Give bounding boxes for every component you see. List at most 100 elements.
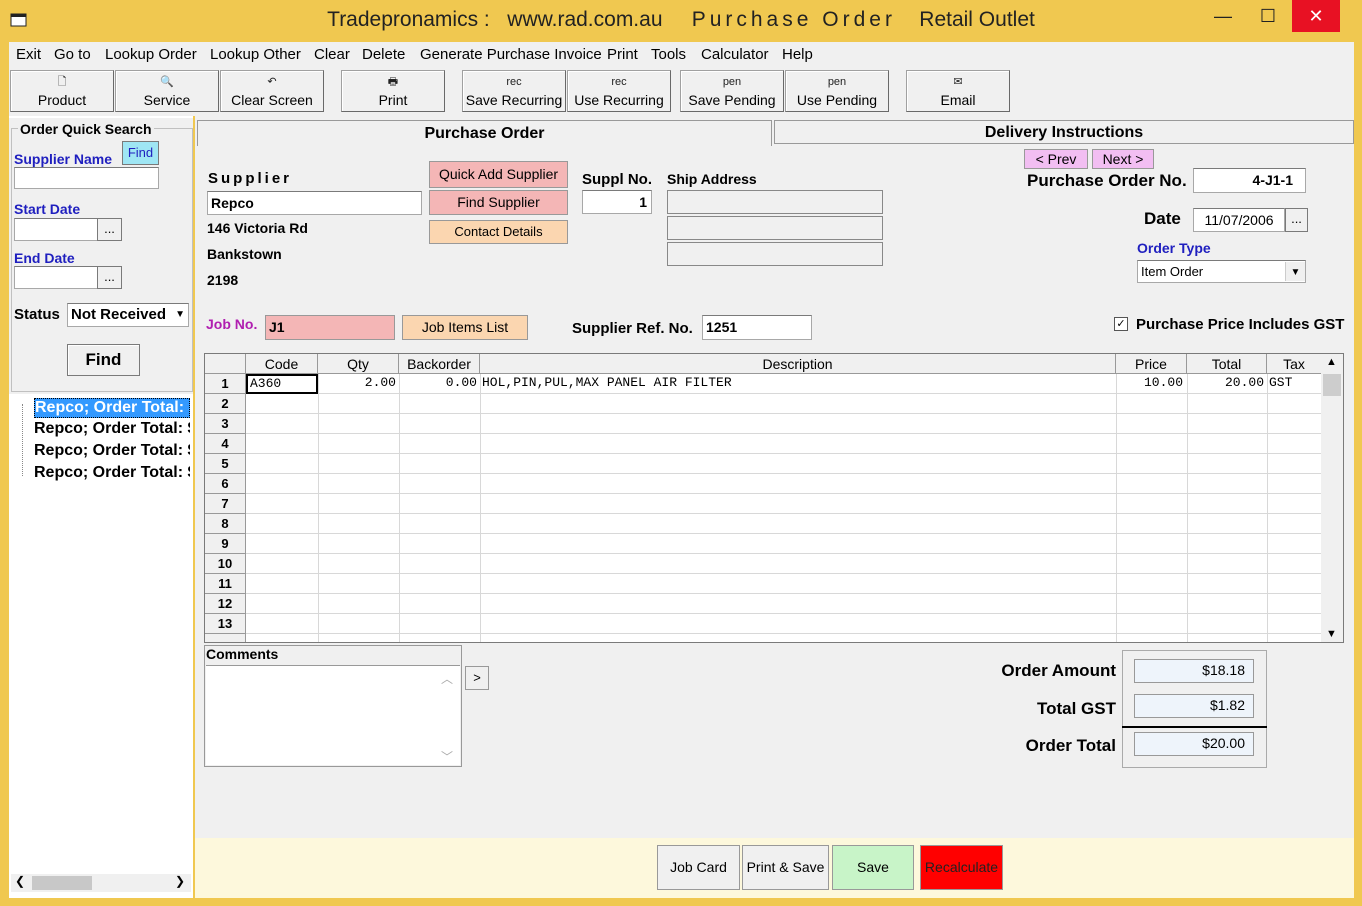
menu-lookup-order[interactable]: Lookup Order	[105, 46, 197, 63]
menu-tools[interactable]: Tools	[651, 46, 686, 63]
cell-qty[interactable]: 2.00	[318, 374, 396, 394]
gst-checkbox[interactable]: ✓	[1114, 317, 1128, 331]
job-items-list-button[interactable]: Job Items List	[402, 315, 528, 340]
menu-print[interactable]: Print	[607, 46, 638, 63]
column-header-code[interactable]: Code	[246, 354, 318, 374]
grid-vertical-scrollbar[interactable]: ▲ ▼	[1321, 354, 1343, 642]
column-header-tax[interactable]: Tax	[1267, 354, 1322, 374]
menu-delete[interactable]: Delete	[362, 46, 405, 63]
cell-tax[interactable]: GST	[1269, 374, 1319, 394]
quick-add-supplier-button[interactable]: Quick Add Supplier	[429, 161, 568, 188]
end-date-picker-button[interactable]: ...	[97, 266, 122, 289]
next-button[interactable]: Next >	[1092, 149, 1154, 169]
column-header-description[interactable]: Description	[480, 354, 1116, 374]
maximize-icon[interactable]: ☐	[1245, 0, 1291, 32]
expand-comments-button[interactable]: >	[465, 666, 489, 690]
chevron-left-icon[interactable]: ❮	[15, 874, 25, 888]
po-number-input[interactable]: 4-J1-1	[1193, 168, 1306, 193]
print-button[interactable]: 🖶 Print	[341, 70, 445, 112]
chevron-right-icon[interactable]: ❯	[175, 874, 185, 888]
ship-address-line2[interactable]	[667, 216, 883, 240]
supplier-name-field[interactable]: Repco	[207, 191, 422, 215]
chevron-down-icon[interactable]: ﹀	[441, 748, 453, 765]
menu-goto[interactable]: Go to	[54, 46, 91, 63]
row-number[interactable]: 1	[205, 374, 246, 394]
close-icon[interactable]: ✕	[1292, 0, 1340, 32]
date-input[interactable]: 11/07/2006	[1193, 208, 1285, 232]
row-number[interactable]: 8	[205, 514, 246, 534]
column-header-backorder[interactable]: Backorder	[399, 354, 480, 374]
row-number[interactable]: 13	[205, 614, 246, 634]
row-number[interactable]: 3	[205, 414, 246, 434]
find-supplier-small-button[interactable]: Find	[122, 141, 159, 165]
menu-lookup-other[interactable]: Lookup Other	[210, 46, 301, 63]
menu-generate-invoice[interactable]: Generate Purchase Invoice	[420, 46, 602, 63]
end-date-input[interactable]	[14, 266, 98, 289]
save-recurring-button[interactable]: rec Save Recurring	[462, 70, 566, 112]
scroll-thumb[interactable]	[32, 876, 92, 890]
service-button[interactable]: 🔍 Service	[115, 70, 219, 112]
row-number[interactable]: 7	[205, 494, 246, 514]
status-select[interactable]: Not Received ▼	[67, 303, 189, 327]
clear-screen-button[interactable]: ↶ Clear Screen	[220, 70, 324, 112]
contact-details-button[interactable]: Contact Details	[429, 220, 568, 244]
row-number[interactable]: 5	[205, 454, 246, 474]
minimize-icon[interactable]: —	[1200, 0, 1246, 32]
supplier-ref-input[interactable]: 1251	[702, 315, 812, 340]
suppl-no-input[interactable]: 1	[582, 190, 652, 214]
save-button[interactable]: Save	[832, 845, 914, 890]
arrow-down-icon[interactable]: ▼	[1326, 628, 1337, 640]
save-pending-button[interactable]: pen Save Pending	[680, 70, 784, 112]
menu-help[interactable]: Help	[782, 46, 813, 63]
result-item[interactable]: Repco; Order Total: $	[34, 464, 190, 482]
result-item[interactable]: Repco; Order Total: $	[34, 442, 190, 460]
find-button[interactable]: Find	[67, 344, 140, 376]
find-supplier-button[interactable]: Find Supplier	[429, 190, 568, 215]
tab-delivery-instructions[interactable]: Delivery Instructions	[774, 120, 1354, 144]
prev-button[interactable]: < Prev	[1024, 149, 1088, 169]
result-item[interactable]: Repco; Order Total: $	[34, 398, 190, 418]
start-date-input[interactable]	[14, 218, 98, 241]
column-header-qty[interactable]: Qty	[318, 354, 399, 374]
row-number[interactable]: 10	[205, 554, 246, 574]
email-button[interactable]: ✉ Email	[906, 70, 1010, 112]
menu-calculator[interactable]: Calculator	[701, 46, 769, 63]
cell-backorder[interactable]: 0.00	[399, 374, 477, 394]
scroll-thumb[interactable]	[1323, 374, 1341, 396]
print-save-button[interactable]: Print & Save	[742, 845, 829, 890]
use-pending-button[interactable]: pen Use Pending	[785, 70, 889, 112]
horizontal-scrollbar[interactable]: ❮ ❯	[11, 874, 191, 892]
recalculate-button[interactable]: Recalculate	[920, 845, 1003, 890]
row-number[interactable]: 12	[205, 594, 246, 614]
ship-address-line3[interactable]	[667, 242, 883, 266]
menu-exit[interactable]: Exit	[16, 46, 41, 63]
order-type-select[interactable]: Item Order ▼	[1137, 260, 1306, 283]
job-no-input[interactable]: J1	[265, 315, 395, 340]
row-number[interactable]: 2	[205, 394, 246, 414]
row-number[interactable]: 4	[205, 434, 246, 454]
cell-description[interactable]: HOL,PIN,PUL,MAX PANEL AIR FILTER	[482, 374, 1112, 394]
grid-corner	[205, 354, 246, 374]
product-button[interactable]: 🗋 Product	[10, 70, 114, 112]
job-card-button[interactable]: Job Card	[657, 845, 740, 890]
cell-code[interactable]: A360	[246, 374, 318, 394]
start-date-picker-button[interactable]: ...	[97, 218, 122, 241]
cell-total[interactable]: 20.00	[1187, 374, 1264, 394]
tab-purchase-order[interactable]: Purchase Order	[197, 120, 772, 146]
column-header-total[interactable]: Total	[1187, 354, 1267, 374]
arrow-up-icon[interactable]: ▲	[1326, 356, 1337, 368]
supplier-name-input[interactable]	[14, 167, 159, 189]
result-item[interactable]: Repco; Order Total: $	[34, 420, 190, 438]
column-header-price[interactable]: Price	[1116, 354, 1187, 374]
row-number[interactable]: 9	[205, 534, 246, 554]
chevron-up-icon[interactable]: ︿	[441, 670, 453, 687]
ship-address-line1[interactable]	[667, 190, 883, 214]
row-number[interactable]: 6	[205, 474, 246, 494]
use-recurring-button[interactable]: rec Use Recurring	[567, 70, 671, 112]
comments-textarea[interactable]	[206, 665, 460, 765]
date-picker-button[interactable]: ...	[1285, 208, 1308, 232]
row-number[interactable]: 11	[205, 574, 246, 594]
order-items-grid[interactable]: Code Qty Backorder Description Price Tot…	[204, 353, 1344, 643]
cell-price[interactable]: 10.00	[1116, 374, 1183, 394]
menu-clear[interactable]: Clear	[314, 46, 350, 63]
